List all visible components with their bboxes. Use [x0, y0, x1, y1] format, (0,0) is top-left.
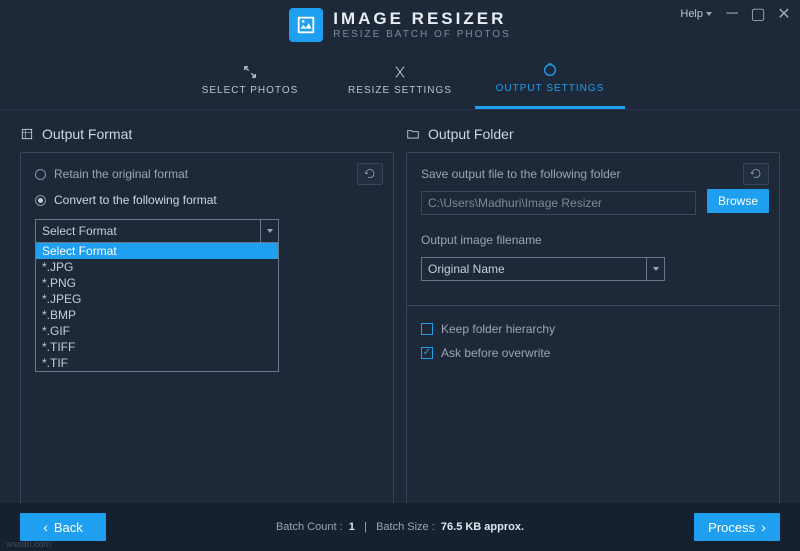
close-button[interactable]: ✕	[772, 4, 796, 24]
save-folder-label: Save output file to the following folder	[421, 167, 765, 181]
help-label: Help	[680, 8, 703, 20]
radio-label: Convert to the following format	[54, 193, 217, 207]
checkbox-icon	[421, 347, 433, 359]
folder-path-input[interactable]: C:\Users\Madhuri\Image Resizer	[421, 191, 696, 215]
expand-arrows-icon	[242, 64, 258, 80]
output-folder-body: Save output file to the following folder…	[406, 152, 780, 510]
retain-format-radio[interactable]: Retain the original format	[35, 167, 379, 181]
divider	[407, 305, 779, 306]
footer-bar: ‹ Back Batch Count : 1 | Batch Size : 76…	[0, 503, 800, 551]
output-format-body: Retain the original format Convert to th…	[20, 152, 394, 510]
tab-label: SELECT PHOTOS	[202, 85, 299, 96]
reset-format-button[interactable]	[357, 163, 383, 185]
tab-output-settings[interactable]: OUTPUT SETTINGS	[475, 50, 625, 109]
radio-icon	[35, 169, 46, 180]
app-title-main: IMAGE RESIZER	[333, 10, 511, 27]
window-controls: Help ─ ▢ ✕	[674, 4, 796, 24]
format-option[interactable]: *.TIF	[36, 355, 278, 371]
batch-count-label: Batch Count :	[276, 521, 343, 533]
main-content: Output Format Retain the original format…	[0, 110, 800, 510]
output-format-heading: Output Format	[20, 122, 394, 152]
tabs-nav: SELECT PHOTOS RESIZE SETTINGS OUTPUT SET…	[0, 50, 800, 110]
format-option[interactable]: *.TIFF	[36, 339, 278, 355]
undo-icon	[750, 168, 762, 180]
reset-folder-button[interactable]	[743, 163, 769, 185]
output-format-panel: Output Format Retain the original format…	[20, 122, 394, 510]
keep-hierarchy-checkbox[interactable]: Keep folder hierarchy	[421, 322, 765, 336]
format-option[interactable]: *.BMP	[36, 307, 278, 323]
filename-select[interactable]: Original Name	[421, 257, 665, 281]
output-icon	[542, 62, 558, 78]
checkbox-label: Ask before overwrite	[441, 346, 550, 360]
format-option[interactable]: *.JPEG	[36, 291, 278, 307]
format-option[interactable]: *.PNG	[36, 275, 278, 291]
filename-label: Output image filename	[421, 233, 765, 247]
chevron-down-icon	[706, 12, 712, 16]
browse-button[interactable]: Browse	[707, 189, 769, 213]
radio-icon	[35, 195, 46, 206]
format-option[interactable]: *.JPG	[36, 259, 278, 275]
help-menu-button[interactable]: Help	[674, 4, 718, 24]
batch-size-label: Batch Size :	[376, 521, 435, 533]
format-option[interactable]: *.GIF	[36, 323, 278, 339]
output-folder-heading: Output Folder	[406, 122, 780, 152]
heading-text: Output Folder	[428, 126, 514, 142]
process-button[interactable]: Process ›	[694, 513, 780, 541]
resize-icon	[392, 64, 408, 80]
maximize-button[interactable]: ▢	[746, 4, 770, 24]
batch-info: Batch Count : 1 | Batch Size : 76.5 KB a…	[276, 521, 524, 533]
watermark: wsxdn.com	[6, 539, 51, 549]
minimize-button[interactable]: ─	[720, 4, 744, 24]
back-label: Back	[54, 520, 83, 535]
app-title: IMAGE RESIZER RESIZE BATCH OF PHOTOS	[333, 10, 511, 40]
tab-label: OUTPUT SETTINGS	[496, 83, 605, 94]
format-option[interactable]: Select Format	[36, 243, 278, 259]
format-select[interactable]: Select Format Select Format *.JPG *.PNG …	[35, 219, 279, 243]
dropdown-arrow-icon	[646, 258, 664, 280]
select-value: Original Name	[428, 262, 505, 276]
title-bar: IMAGE RESIZER RESIZE BATCH OF PHOTOS Hel…	[0, 0, 800, 50]
tab-resize-settings[interactable]: RESIZE SETTINGS	[325, 50, 475, 109]
process-label: Process	[708, 520, 755, 535]
batch-count-value: 1	[349, 521, 355, 533]
output-folder-panel: Output Folder Save output file to the fo…	[406, 122, 780, 510]
format-dropdown: Select Format *.JPG *.PNG *.JPEG *.BMP *…	[35, 242, 279, 372]
select-value: Select Format	[42, 224, 117, 238]
format-icon	[20, 127, 34, 141]
back-button[interactable]: ‹ Back	[20, 513, 106, 541]
convert-format-radio[interactable]: Convert to the following format	[35, 193, 379, 207]
app-title-sub: RESIZE BATCH OF PHOTOS	[333, 29, 511, 40]
checkbox-icon	[421, 323, 433, 335]
chevron-left-icon: ‹	[43, 519, 48, 535]
ask-overwrite-checkbox[interactable]: Ask before overwrite	[421, 346, 765, 360]
tab-label: RESIZE SETTINGS	[348, 85, 452, 96]
app-logo-icon	[289, 8, 323, 42]
heading-text: Output Format	[42, 126, 132, 142]
folder-icon	[406, 127, 420, 141]
chevron-right-icon: ›	[761, 519, 766, 535]
checkbox-label: Keep folder hierarchy	[441, 322, 555, 336]
batch-size-value: 76.5 KB approx.	[441, 521, 524, 533]
tab-select-photos[interactable]: SELECT PHOTOS	[175, 50, 325, 109]
dropdown-arrow-icon	[260, 220, 278, 242]
undo-icon	[364, 168, 376, 180]
radio-label: Retain the original format	[54, 167, 188, 181]
